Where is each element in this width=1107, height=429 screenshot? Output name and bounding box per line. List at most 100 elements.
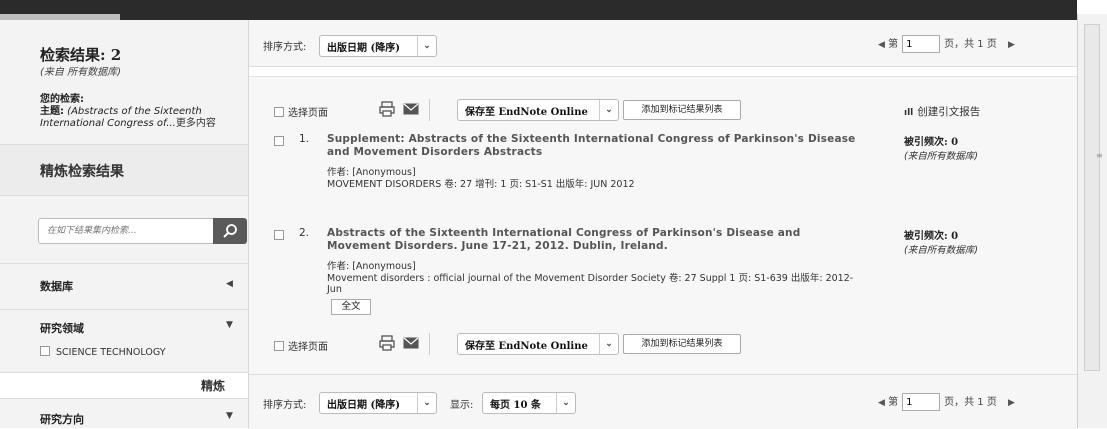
refine-sidebar: 检索结果: 2 (来自 所有数据库) 您的检索: 主题: (Abstracts … — [0, 20, 249, 428]
top-action-row: 选择页面 保存至 EndNote Online ⌄ 添加到标记结果列表 ıll 创… — [249, 99, 1077, 125]
top-sort-bar: 排序方式: 出版日期 (降序) ⌄ ◀ 第 页，共 1 页 ▶ — [249, 20, 1077, 67]
save-to-value: 保存至 EndNote Online — [465, 341, 588, 352]
chevron-down-icon: ⌄ — [599, 100, 618, 120]
refine-search-input[interactable] — [45, 219, 209, 243]
expand-down-icon: ▼ — [226, 411, 233, 421]
times-cited[interactable]: 被引频次: 0 — [904, 227, 978, 242]
save-to-select[interactable]: 保存至 EndNote Online ⌄ — [457, 333, 619, 355]
add-to-marked-list-button[interactable]: 添加到标记结果列表 — [623, 334, 741, 354]
page-number-input[interactable] — [902, 393, 941, 411]
expand-down-icon: ▼ — [226, 320, 233, 330]
save-to-value: 保存至 EndNote Online — [465, 107, 588, 118]
bar-chart-icon: ıll — [904, 108, 914, 118]
citation-report-label: 创建引文报告 — [917, 106, 981, 118]
times-cited-source: (来自所有数据库) — [904, 245, 978, 256]
record-authors: 作者: [Anonymous] — [327, 261, 416, 272]
scrollbar-grip-icon: ≡ — [1096, 151, 1103, 160]
chevron-down-icon: ⌄ — [417, 36, 436, 56]
record-authors: 作者: [Anonymous] — [327, 167, 416, 178]
section-database-label: 数据库 — [40, 280, 73, 293]
sort-label: 排序方式: — [263, 42, 307, 53]
sort-select[interactable]: 出版日期 (降序) ⌄ — [319, 35, 437, 57]
select-page-checkbox[interactable] — [274, 107, 284, 117]
record-source: Movement disorders : official journal of… — [327, 273, 854, 295]
section-research-area[interactable]: 研究领域 ▼ — [0, 309, 248, 373]
chevron-down-icon: ⌄ — [417, 393, 436, 413]
option-label: SCIENCE TECHNOLOGY — [56, 347, 166, 358]
results-list: 选择页面 保存至 EndNote Online ⌄ 添加到标记结果列表 ıll 创… — [249, 76, 1077, 375]
bottom-pager: ◀ 第 页，共 1 页 ▶ — [878, 393, 1015, 411]
record-citation-info: 被引频次: 0 (来自所有数据库) — [904, 133, 978, 162]
record-source: MOVEMENT DISORDERS 卷: 27 增刊: 1 页: S1-S1 … — [327, 179, 635, 190]
chevron-down-icon: ⌄ — [599, 334, 618, 354]
result-record-1: 1. Supplement: Abstracts of the Sixteent… — [249, 133, 1077, 193]
record-title-link[interactable]: Abstracts of the Sixteenth International… — [327, 227, 867, 253]
save-to-select[interactable]: 保存至 EndNote Online ⌄ — [457, 99, 619, 121]
toolbar-divider — [429, 333, 430, 355]
sort-select[interactable]: 出版日期 (降序) ⌄ — [319, 392, 437, 414]
show-label: 显示: — [450, 400, 474, 411]
record-citation-info: 被引频次: 0 (来自所有数据库) — [904, 227, 978, 256]
refine-button-row: 精炼 — [0, 372, 248, 399]
chevron-down-icon: ⌄ — [556, 393, 575, 413]
record-number: 1. — [299, 133, 310, 145]
collapse-left-icon: ◀ — [226, 279, 233, 289]
research-area-option[interactable]: SCIENCE TECHNOLOGY — [40, 346, 166, 358]
topic-continuation: International Congress of... — [40, 118, 176, 129]
bottom-sort-bar: 排序方式: 出版日期 (降序) ⌄ 显示: 每页 10 条 ⌄ ◀ 第 页，共 1… — [249, 374, 1077, 429]
add-to-marked-list-button[interactable]: 添加到标记结果列表 — [623, 100, 741, 120]
select-page-checkbox[interactable] — [274, 341, 284, 351]
more-content-link[interactable]: 更多内容 — [176, 118, 216, 129]
page-size-value: 每页 10 条 — [490, 400, 541, 411]
refine-heading-panel: 精炼检索结果 — [0, 144, 248, 196]
page-prefix: 第 — [888, 39, 899, 50]
page-suffix: 页，共 1 页 — [944, 39, 997, 50]
select-page-label: 选择页面 — [288, 108, 328, 119]
sort-value: 出版日期 (降序) — [327, 43, 400, 54]
sort-value: 出版日期 (降序) — [327, 400, 400, 411]
results-source: (来自 所有数据库) — [40, 67, 121, 78]
results-count-title: 检索结果: 2 — [40, 46, 122, 64]
page-suffix: 页，共 1 页 — [944, 397, 997, 408]
vertical-scrollbar[interactable]: ≡ — [1077, 14, 1107, 428]
section-database[interactable]: 数据库 ◀ — [0, 263, 248, 310]
refine-heading: 精炼检索结果 — [40, 164, 124, 180]
full-text-button[interactable]: 全文 — [331, 299, 371, 315]
page-size-select[interactable]: 每页 10 条 ⌄ — [482, 392, 576, 414]
search-icon — [223, 224, 237, 238]
top-pager: ◀ 第 页，共 1 页 ▶ — [878, 35, 1015, 53]
section-research-area-label: 研究领域 — [40, 322, 84, 335]
times-cited[interactable]: 被引频次: 0 — [904, 133, 978, 148]
refine-button[interactable]: 精炼 — [201, 377, 225, 394]
create-citation-report-link[interactable]: ıll 创建引文报告 — [904, 104, 980, 119]
select-page-label: 选择页面 — [288, 342, 328, 353]
record-title-link[interactable]: Supplement: Abstracts of the Sixteenth I… — [327, 133, 867, 159]
page-number-input[interactable] — [902, 35, 941, 53]
next-page-icon[interactable]: ▶ — [1008, 40, 1015, 50]
prev-page-icon[interactable]: ◀ — [878, 40, 885, 50]
bottom-action-row: 选择页面 保存至 EndNote Online ⌄ 添加到标记结果列表 — [249, 333, 1077, 359]
search-history-line: International Congress of...更多内容 — [40, 114, 216, 129]
section-research-direction-label: 研究方向 — [40, 413, 84, 426]
sort-label: 排序方式: — [263, 400, 307, 411]
print-icon[interactable] — [379, 335, 395, 351]
page-prefix: 第 — [888, 397, 899, 408]
print-icon[interactable] — [379, 101, 395, 117]
refine-search-button[interactable] — [213, 218, 247, 244]
record-checkbox[interactable] — [274, 136, 284, 146]
refine-search-box — [38, 218, 214, 244]
record-number: 2. — [299, 227, 310, 239]
toolbar-divider — [429, 99, 430, 121]
email-icon[interactable] — [403, 103, 419, 115]
section-research-direction[interactable]: 研究方向 ▼ — [0, 398, 248, 429]
next-page-icon[interactable]: ▶ — [1008, 398, 1015, 408]
option-checkbox[interactable] — [40, 346, 50, 356]
email-icon[interactable] — [403, 337, 419, 349]
times-cited-source: (来自所有数据库) — [904, 151, 978, 162]
record-checkbox[interactable] — [274, 230, 284, 240]
browser-top-bar — [0, 0, 1077, 20]
results-main: 排序方式: 出版日期 (降序) ⌄ ◀ 第页，共 1 页 ▶ 选择页面 保存至 … — [249, 20, 1077, 429]
scrollbar-thumb[interactable]: ≡ — [1084, 24, 1103, 371]
prev-page-icon[interactable]: ◀ — [878, 398, 885, 408]
result-record-2: 2. Abstracts of the Sixteenth Internatio… — [249, 227, 1077, 323]
